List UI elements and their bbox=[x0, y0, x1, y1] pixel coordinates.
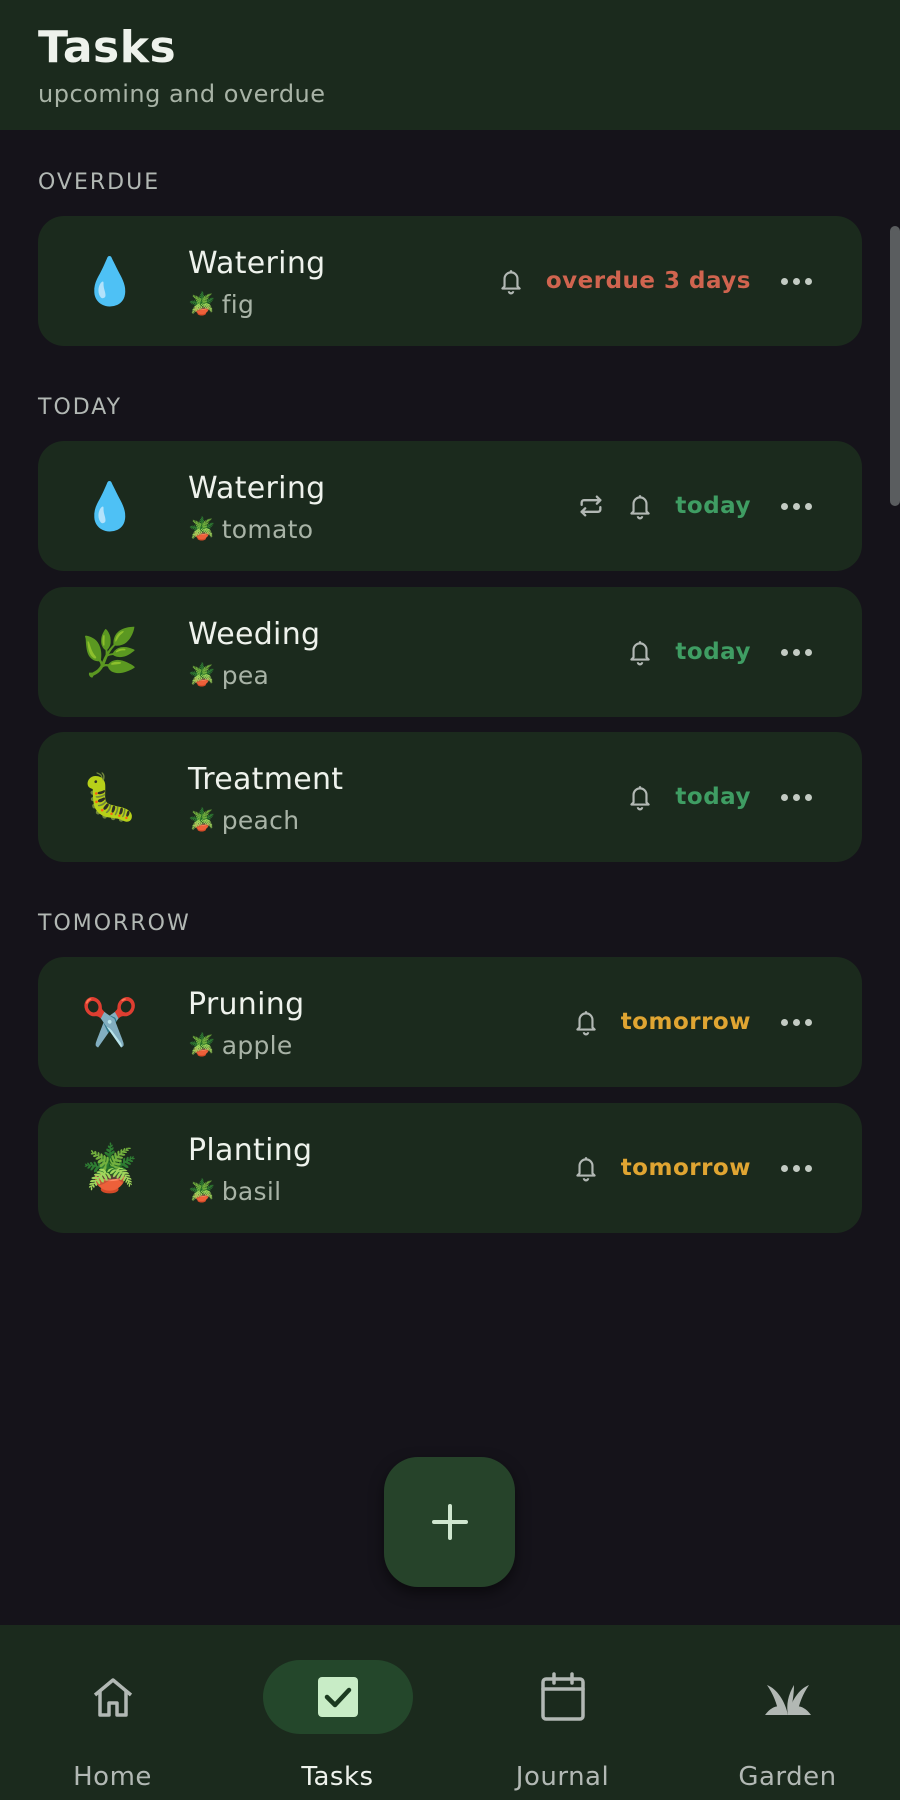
task-plant: 🪴 tomato bbox=[188, 515, 313, 544]
nav-item-home[interactable]: Home bbox=[0, 1625, 225, 1800]
app-header: Tasks upcoming and overdue bbox=[0, 0, 900, 130]
task-name: Watering bbox=[188, 471, 326, 506]
plant-name: tomato bbox=[221, 515, 314, 544]
potted-plant-icon: 🪴 bbox=[188, 808, 216, 833]
more-icon[interactable] bbox=[781, 793, 812, 801]
bell-icon[interactable] bbox=[573, 1008, 599, 1036]
plant-name: basil bbox=[221, 1177, 282, 1206]
bottom-navigation: Home Tasks Journal Garden bbox=[0, 1625, 900, 1800]
due-label: tomorrow bbox=[620, 1009, 751, 1035]
home-icon bbox=[90, 1675, 136, 1719]
plant-name: fig bbox=[221, 290, 255, 319]
nav-label: Garden bbox=[738, 1762, 837, 1792]
task-card[interactable]: 🌿 Weeding 🪴 pea today bbox=[38, 587, 862, 717]
task-name: Weeding bbox=[188, 617, 321, 652]
due-label: today bbox=[675, 493, 751, 519]
tasks-screen: Tasks upcoming and overdue OVERDUE 💧 Wat… bbox=[0, 0, 900, 1800]
potted-plant-icon: 🪴 bbox=[81, 1141, 139, 1195]
plant-name: pea bbox=[221, 661, 270, 690]
plant-name: peach bbox=[221, 806, 300, 835]
repeat-icon bbox=[577, 492, 605, 520]
sprout-icon bbox=[763, 1677, 813, 1717]
task-name: Planting bbox=[188, 1133, 313, 1168]
bell-icon[interactable] bbox=[498, 267, 524, 295]
task-card[interactable]: 💧 Watering 🪴 fig overdue 3 days bbox=[38, 216, 862, 346]
page-title: Tasks bbox=[38, 22, 177, 73]
more-icon[interactable] bbox=[781, 648, 812, 656]
task-name: Treatment bbox=[188, 762, 344, 797]
water-drop-icon: 💧 bbox=[81, 479, 139, 533]
task-card[interactable]: 💧 Watering 🪴 tomato today bbox=[38, 441, 862, 571]
section-header-overdue: OVERDUE bbox=[38, 170, 161, 195]
potted-plant-icon: 🪴 bbox=[188, 517, 216, 542]
task-plant: 🪴 apple bbox=[188, 1031, 293, 1060]
bell-icon[interactable] bbox=[627, 492, 653, 520]
potted-plant-icon: 🪴 bbox=[188, 1179, 216, 1204]
task-name: Pruning bbox=[188, 987, 305, 1022]
section-header-tomorrow: TOMORROW bbox=[38, 911, 191, 936]
more-icon[interactable] bbox=[781, 277, 812, 285]
due-label: today bbox=[675, 784, 751, 810]
caterpillar-icon: 🐛 bbox=[81, 770, 139, 824]
task-plant: 🪴 basil bbox=[188, 1177, 281, 1206]
bell-icon[interactable] bbox=[627, 638, 653, 666]
checkbox-icon bbox=[316, 1675, 360, 1719]
scissors-icon: ✂️ bbox=[81, 995, 139, 1049]
potted-plant-icon: 🪴 bbox=[188, 1033, 216, 1058]
nav-item-journal[interactable]: Journal bbox=[450, 1625, 675, 1800]
nav-label: Home bbox=[73, 1762, 152, 1792]
nav-item-garden[interactable]: Garden bbox=[675, 1625, 900, 1800]
nav-item-tasks[interactable]: Tasks bbox=[225, 1625, 450, 1800]
potted-plant-icon: 🪴 bbox=[188, 292, 216, 317]
bell-icon[interactable] bbox=[627, 783, 653, 811]
due-label: today bbox=[675, 639, 751, 665]
task-card[interactable]: 🪴 Planting 🪴 basil tomorrow bbox=[38, 1103, 862, 1233]
task-plant: 🪴 pea bbox=[188, 661, 269, 690]
potted-plant-icon: 🪴 bbox=[188, 663, 216, 688]
bell-icon[interactable] bbox=[573, 1154, 599, 1182]
more-icon[interactable] bbox=[781, 502, 812, 510]
water-drop-icon: 💧 bbox=[81, 254, 139, 308]
plus-icon bbox=[430, 1502, 470, 1542]
task-name: Watering bbox=[188, 246, 326, 281]
task-card[interactable]: ✂️ Pruning 🪴 apple tomorrow bbox=[38, 957, 862, 1087]
task-card[interactable]: 🐛 Treatment 🪴 peach today bbox=[38, 732, 862, 862]
task-plant: 🪴 fig bbox=[188, 290, 254, 319]
more-icon[interactable] bbox=[781, 1164, 812, 1172]
nav-label: Journal bbox=[515, 1762, 610, 1792]
task-plant: 🪴 peach bbox=[188, 806, 299, 835]
calendar-icon bbox=[539, 1672, 587, 1722]
due-label: overdue 3 days bbox=[545, 268, 751, 294]
more-icon[interactable] bbox=[781, 1018, 812, 1026]
due-label: tomorrow bbox=[620, 1155, 751, 1181]
section-header-today: TODAY bbox=[38, 395, 123, 420]
scrollbar[interactable] bbox=[890, 226, 900, 506]
herb-icon: 🌿 bbox=[81, 625, 139, 679]
nav-label: Tasks bbox=[301, 1762, 374, 1792]
plant-name: apple bbox=[221, 1031, 293, 1060]
add-task-button[interactable] bbox=[384, 1457, 515, 1587]
page-subtitle: upcoming and overdue bbox=[38, 80, 326, 108]
